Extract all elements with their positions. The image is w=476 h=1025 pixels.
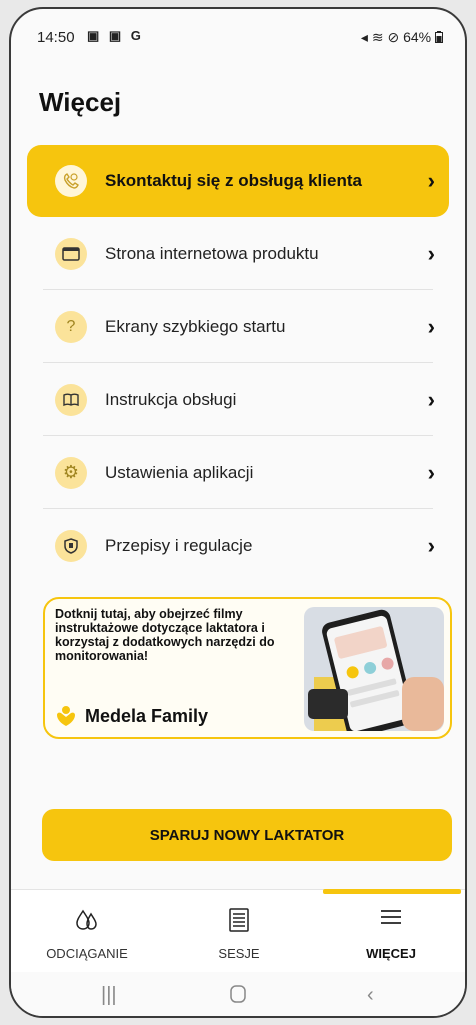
- menu-item-quick-start[interactable]: ? Ekrany szybkiego startu ›: [11, 290, 465, 363]
- tab-label: WIĘCEJ: [366, 946, 416, 961]
- recent-apps-button[interactable]: |||: [101, 984, 117, 1007]
- menu-item-product-website[interactable]: Strona internetowa produktu ›: [11, 217, 465, 290]
- menu-icon: [380, 908, 402, 931]
- chevron-right-icon: ›: [427, 313, 435, 339]
- list-icon: [229, 908, 249, 937]
- menu-item-label: Strona internetowa produktu: [105, 243, 319, 263]
- chevron-right-icon: ›: [427, 532, 435, 558]
- menu-item-label: Skontaktuj się z obsługą klienta: [105, 171, 362, 190]
- question-icon: ?: [55, 310, 87, 343]
- status-right: ◂ ≋ ⊘ 64%: [361, 29, 443, 46]
- tab-label: ODCIĄGANIE: [46, 946, 128, 961]
- tab-label: SESJE: [218, 946, 260, 961]
- medela-heart-logo-icon: [57, 706, 75, 726]
- menu-item-contact-support[interactable]: Skontaktuj się z obsługą klienta ›: [27, 145, 449, 217]
- signal-icons: ◂ ≋ ⊘: [360, 29, 404, 45]
- browser-window-icon: [55, 237, 87, 270]
- chevron-right-icon: ›: [427, 240, 435, 266]
- phone-icon: [55, 165, 87, 197]
- book-icon: [55, 383, 87, 416]
- drops-icon: [74, 908, 100, 939]
- active-tab-indicator: [323, 889, 461, 894]
- chevron-right-icon: ›: [427, 459, 435, 485]
- phone-mockup-illustration: [304, 607, 444, 731]
- menu-item-regulations[interactable]: Przepisy i regulacje ›: [11, 509, 465, 582]
- chevron-right-icon: ›: [427, 386, 435, 412]
- medela-family-logo: Medela Family: [55, 705, 208, 727]
- status-bar: 14:50 ▣ ▣ G ◂ ≋ ⊘ 64%: [11, 9, 465, 63]
- menu-item-label: Przepisy i regulacje: [105, 535, 253, 555]
- menu-item-label: Ustawienia aplikacji: [105, 462, 254, 482]
- system-navigation-bar: ||| ‹: [11, 972, 465, 1016]
- status-time: 14:50: [37, 29, 75, 46]
- shield-icon: [55, 529, 87, 562]
- status-notification-icons: ▣ ▣ G: [87, 28, 144, 43]
- menu-list: Skontaktuj się z obsługą klienta › Stron…: [11, 145, 465, 582]
- gear-icon: ⚙: [55, 456, 87, 489]
- bottom-navigation: ODCIĄGANIE SESJE WIĘCEJ: [11, 889, 465, 972]
- home-button[interactable]: [229, 984, 247, 1010]
- menu-item-label: Ekrany szybkiego startu: [105, 316, 286, 336]
- battery-icon: [435, 31, 443, 43]
- menu-item-label: Instrukcja obsługi: [105, 389, 237, 409]
- menu-item-user-manual[interactable]: Instrukcja obsługi ›: [11, 363, 465, 436]
- chevron-right-icon: ›: [427, 168, 435, 193]
- promo-text: Dotknij tutaj, aby obejrzeć filmy instru…: [55, 607, 275, 663]
- tab-wiecej[interactable]: WIĘCEJ: [315, 889, 465, 972]
- phone-screen: 14:50 ▣ ▣ G ◂ ≋ ⊘ 64% Więcej Skontaktuj …: [9, 7, 467, 1018]
- back-button[interactable]: ‹: [367, 984, 374, 1007]
- medela-family-promo-card[interactable]: Dotknij tutaj, aby obejrzeć filmy instru…: [43, 597, 452, 739]
- page-title: Więcej: [39, 87, 122, 117]
- tab-sesje[interactable]: SESJE: [163, 890, 315, 972]
- pair-new-pump-button[interactable]: SPARUJ NOWY LAKTATOR: [42, 809, 452, 861]
- tab-odciaganie[interactable]: ODCIĄGANIE: [11, 890, 163, 972]
- promo-brand: Medela Family: [85, 705, 209, 726]
- menu-item-app-settings[interactable]: ⚙ Ustawienia aplikacji ›: [11, 436, 465, 509]
- battery-percent: 64%: [403, 29, 432, 45]
